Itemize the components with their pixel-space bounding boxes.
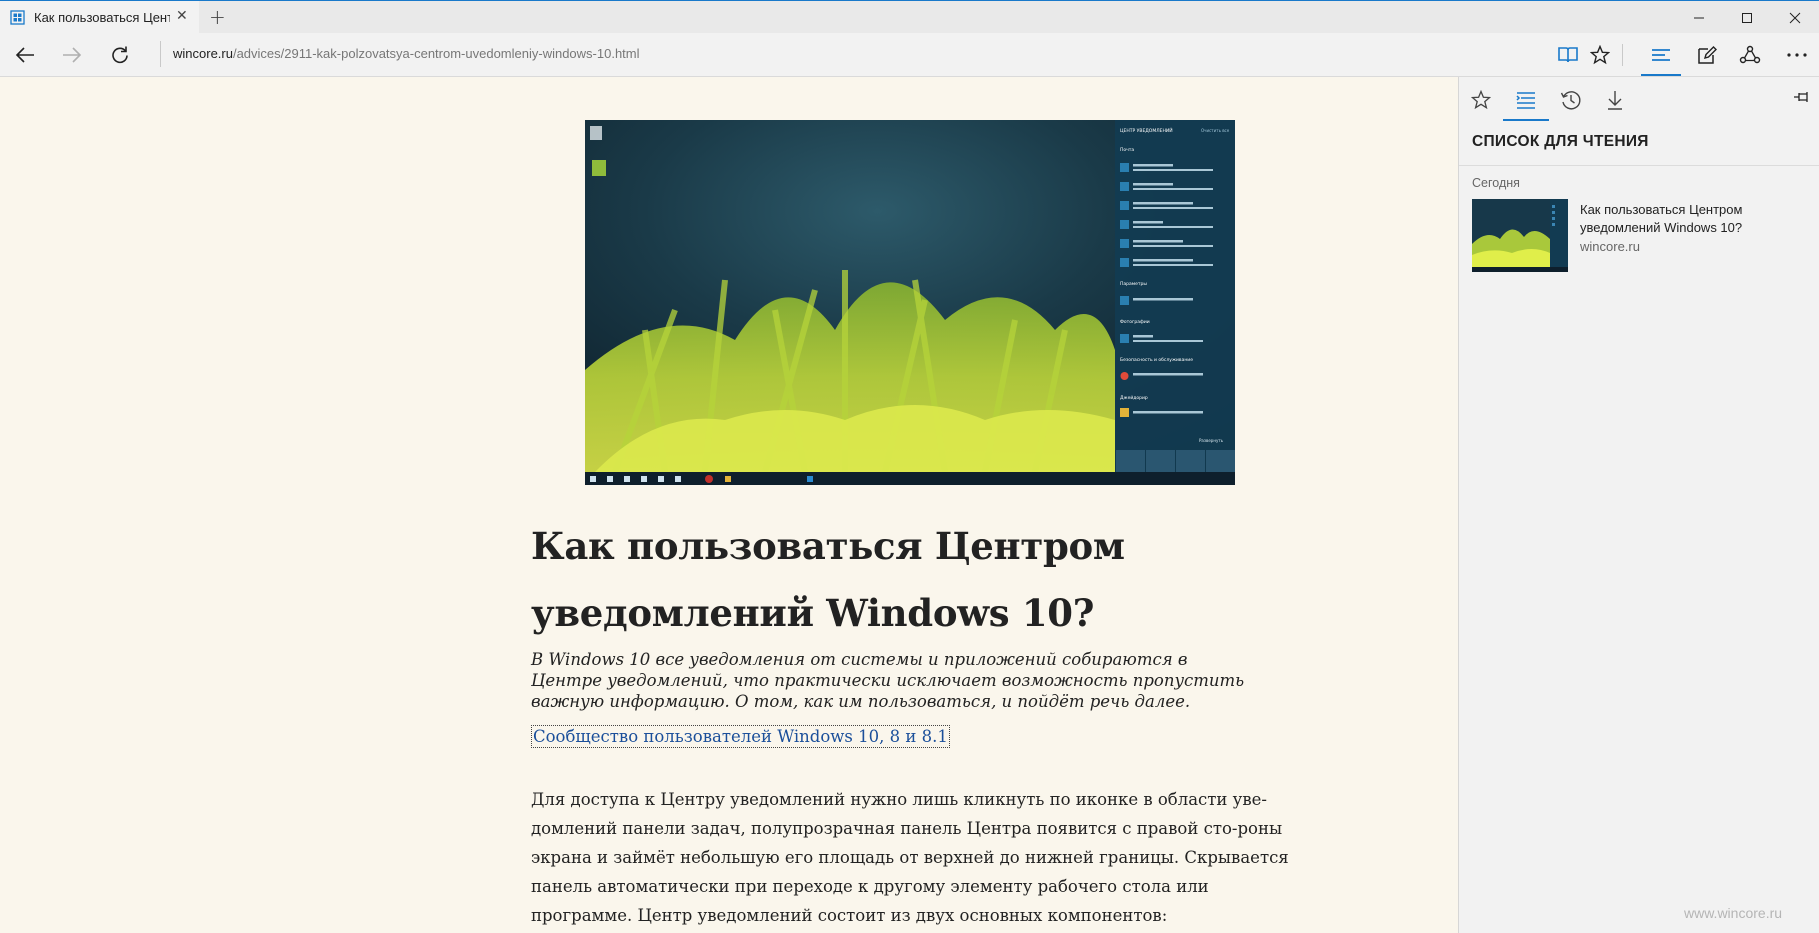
url-host: wincore.ru: [173, 46, 233, 61]
close-icon: [1789, 12, 1801, 23]
hero-panel-header: ЦЕНТР УВЕДОМЛЕНИЙ: [1120, 127, 1173, 134]
reading-view: ЦЕНТР УВЕДОМЛЕНИЙ Очистить все Почта Пар…: [0, 77, 1458, 933]
reading-list-item[interactable]: Как пользоваться Центром уведомлений Win…: [1472, 199, 1812, 273]
address-separator: [160, 41, 161, 67]
tab-close-icon[interactable]: ✕: [176, 8, 188, 24]
tab-history[interactable]: [1553, 85, 1589, 115]
web-note-button[interactable]: [1692, 41, 1722, 69]
forward-arrow-icon: [63, 47, 82, 63]
share-button[interactable]: [1735, 41, 1765, 69]
maximize-icon: [1742, 12, 1752, 23]
pin-pane-button[interactable]: [1793, 89, 1811, 108]
hero-panel-section-security: Безопасность и обслуживание: [1120, 357, 1193, 363]
hub-active-indicator: [1641, 74, 1681, 76]
reading-list-active-indicator: [1503, 119, 1549, 121]
reading-list-thumbnail: [1472, 199, 1568, 272]
reading-list-icon: [1516, 92, 1535, 109]
reading-list-item-domain: wincore.ru: [1580, 239, 1640, 254]
reading-list-group-label: Сегодня: [1472, 176, 1520, 190]
article-hero-image: ЦЕНТР УВЕДОМЛЕНИЙ Очистить все Почта Пар…: [585, 120, 1235, 485]
back-arrow-icon: [15, 47, 34, 63]
navigation-bar: wincore.ru/advices/2911-kak-polzovatsya-…: [0, 33, 1819, 77]
url-path: /advices/2911-kak-polzovatsya-centrom-uv…: [232, 46, 640, 61]
favicon-icon: [10, 10, 25, 25]
back-button[interactable]: [10, 41, 40, 69]
reading-list-item-title: Как пользоваться Центром уведомлений Win…: [1580, 202, 1743, 235]
article-body: Для доступа к Центру уведомлений нужно л…: [531, 790, 1289, 925]
more-icon: [1787, 53, 1807, 57]
site-watermark: www.wincore.ru: [1684, 905, 1783, 921]
tab-title: Как пользоваться Цент: [34, 10, 170, 25]
reading-view-button[interactable]: [1553, 41, 1583, 69]
toolbar-separator: [1622, 44, 1623, 66]
new-tab-button[interactable]: +: [209, 5, 226, 29]
hub-panel: СПИСОК ДЛЯ ЧТЕНИЯ Сегодня Как пользовать…: [1458, 77, 1819, 933]
star-icon: [1471, 90, 1491, 110]
refresh-icon: [112, 46, 128, 64]
history-icon: [1560, 91, 1581, 110]
address-field[interactable]: wincore.ru/advices/2911-kak-polzovatsya-…: [173, 46, 640, 61]
hero-panel-section-settings: Параметры: [1120, 281, 1147, 287]
pen-icon: [1698, 46, 1717, 64]
reading-list-heading: СПИСОК ДЛЯ ЧТЕНИЯ: [1472, 133, 1649, 150]
hero-panel-section-game: Джейдорир: [1120, 394, 1148, 401]
community-link[interactable]: Сообщество пользователей Windows 10, 8 и…: [531, 725, 950, 748]
title-bar: Как пользоваться Цент ✕ +: [0, 0, 1819, 34]
browser-tab[interactable]: Как пользоваться Цент ✕: [0, 1, 199, 34]
article-lead: В Windows 10 все уведомления от системы …: [531, 650, 1245, 711]
tab-favorites[interactable]: [1463, 85, 1499, 115]
hub-button[interactable]: [1646, 41, 1676, 69]
star-icon: [1590, 45, 1610, 65]
hub-divider: [1459, 165, 1819, 166]
download-icon: [1608, 91, 1622, 110]
maximize-button[interactable]: [1723, 1, 1771, 34]
pin-icon: [1794, 92, 1808, 102]
favorites-button[interactable]: [1585, 41, 1615, 69]
hero-panel-section-mail: Почта: [1120, 147, 1134, 153]
more-button[interactable]: [1782, 41, 1812, 69]
minimize-icon: [1694, 17, 1704, 18]
hero-panel-section-photos: Фотографии: [1120, 319, 1150, 325]
close-window-button[interactable]: [1771, 1, 1819, 34]
reading-view-icon: [1558, 47, 1578, 63]
tab-downloads[interactable]: [1597, 85, 1633, 115]
share-icon: [1739, 45, 1761, 64]
tab-reading-list[interactable]: [1508, 85, 1544, 115]
hero-panel-clear: Очистить все: [1201, 128, 1230, 133]
forward-button[interactable]: [57, 41, 87, 69]
article-title: Как пользоваться Центром уведомлений Win…: [531, 524, 1125, 635]
hub-icon: [1652, 49, 1670, 61]
minimize-button[interactable]: [1675, 1, 1723, 34]
refresh-button[interactable]: [105, 41, 135, 69]
hero-panel-expand: Развернуть: [1199, 438, 1224, 443]
